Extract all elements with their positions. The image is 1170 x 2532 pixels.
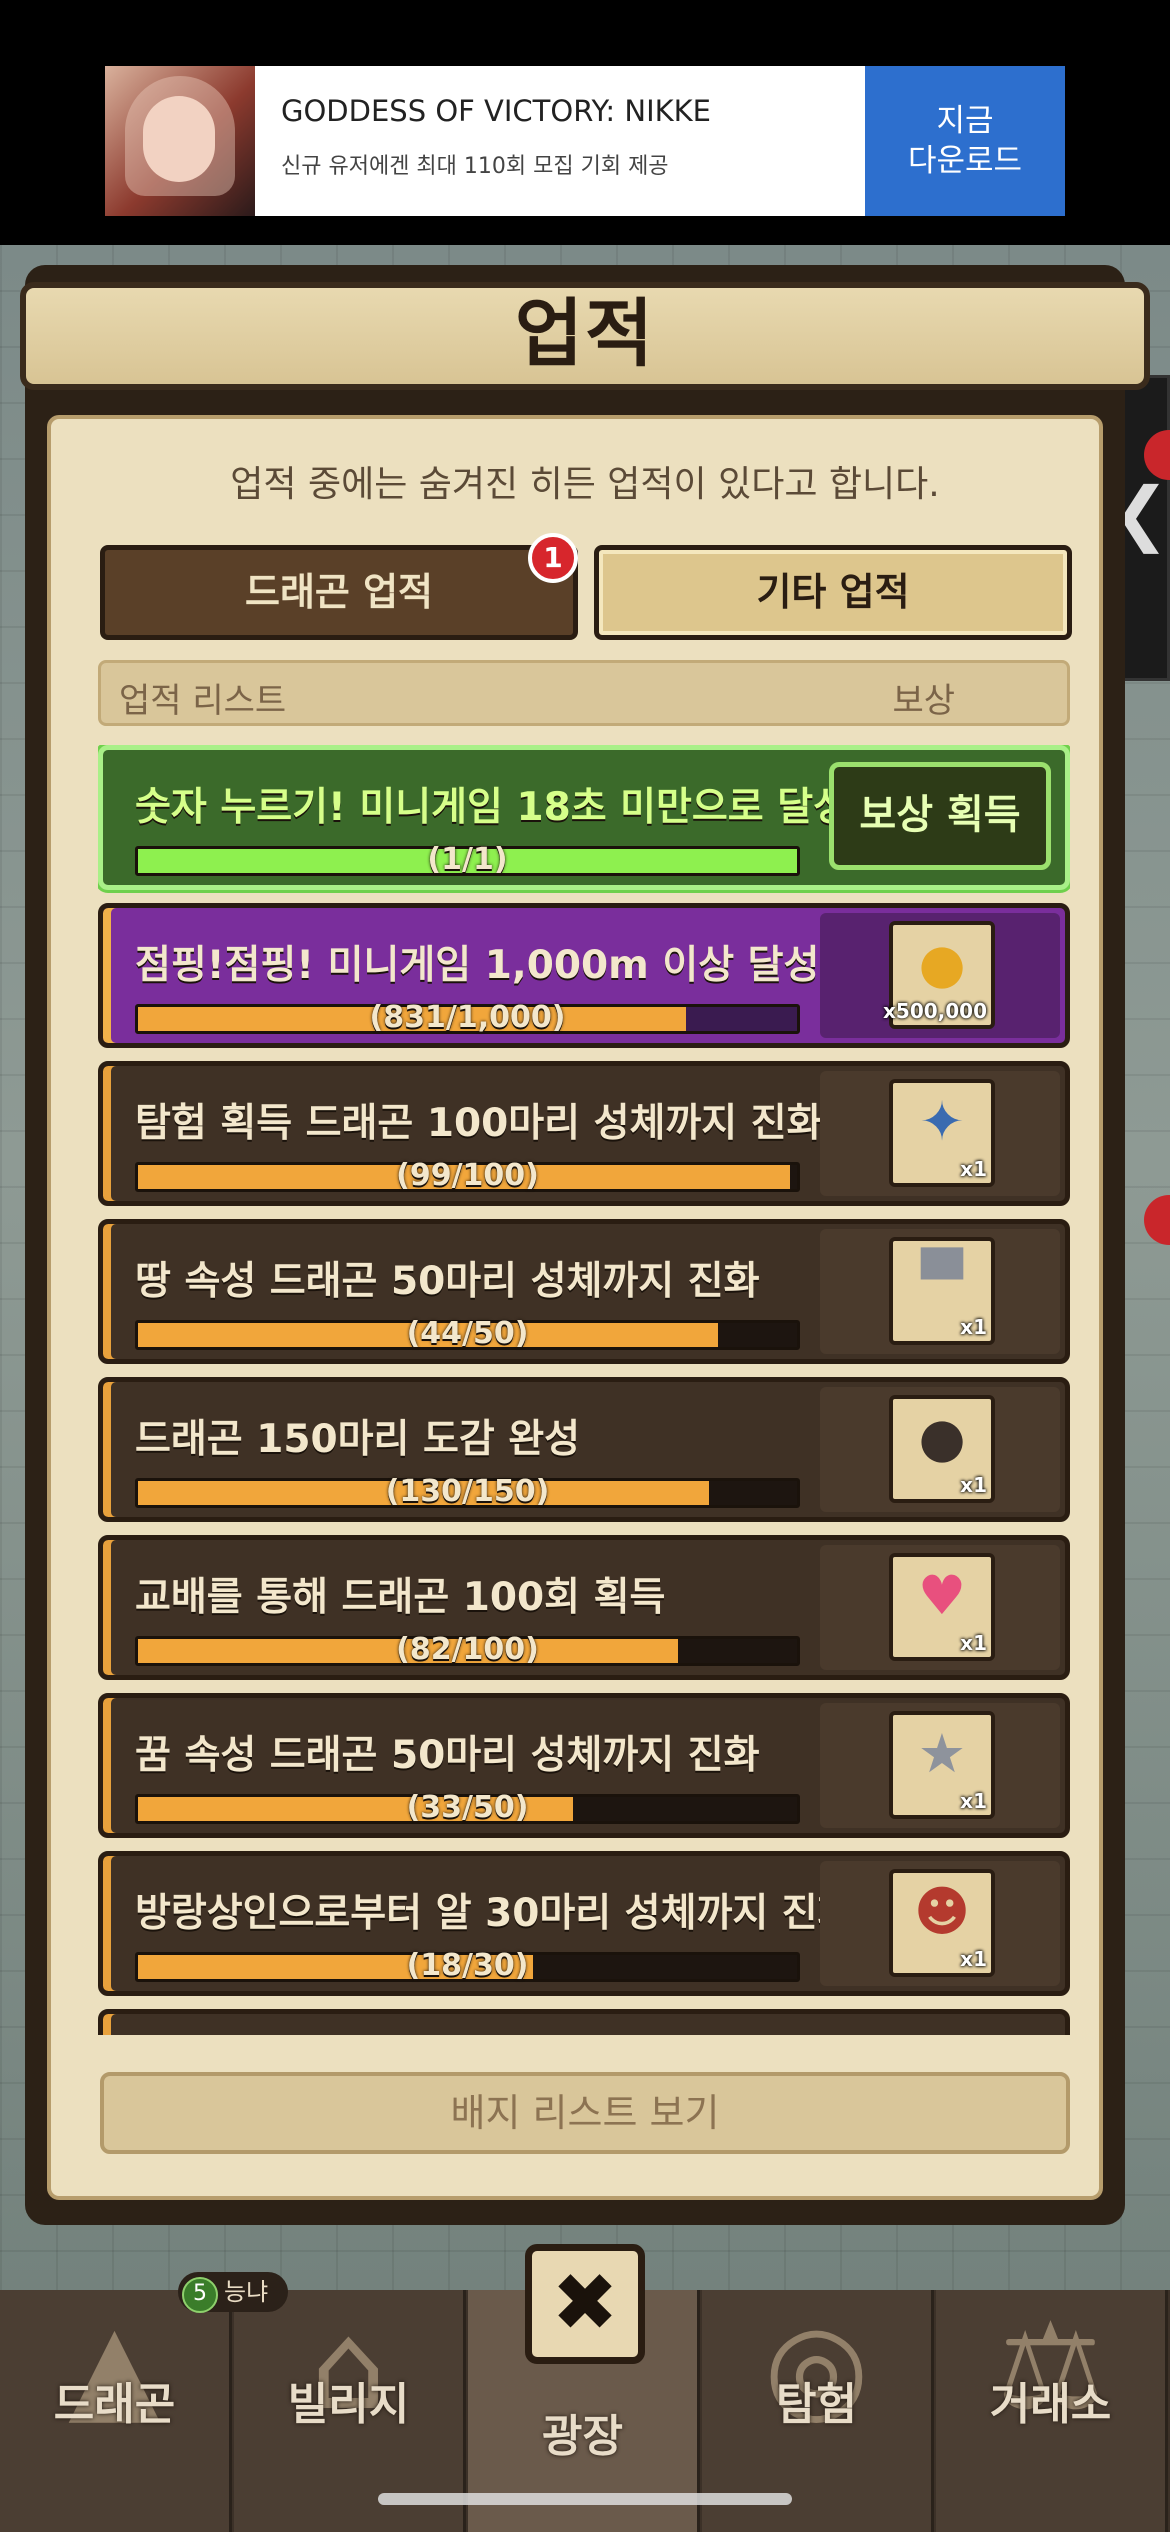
reward-item[interactable]: ● x1 xyxy=(889,1395,995,1503)
progress-text: (82/100) xyxy=(396,1632,539,1667)
achievement-row: 탐험 획득 드래곤 100마리 성체까지 진화 (99/100) ✦ x1 xyxy=(98,1061,1070,1206)
nav-label: 탐험 xyxy=(776,2379,857,2430)
reward-item[interactable]: ▀ x1 xyxy=(889,1237,995,1345)
achievement-name: 점핑!점핑! 미니게임 1,000m 이상 달성 xyxy=(135,943,820,988)
list-header-reward: 보상 xyxy=(892,681,955,721)
achievement-row: 땅 속성 드래곤 50마리 성체까지 진화 (44/50) ▀ x1 xyxy=(98,1219,1070,1364)
achievement-row: 드래곤 150마리 도감 완성 (130/150) ● x1 xyxy=(98,1377,1070,1522)
nav-label: 드래곤 xyxy=(53,2379,176,2430)
merchant-icon: ☻ xyxy=(913,1880,971,1943)
list-header: 업적 리스트 보상 xyxy=(98,660,1070,726)
achievement-row-partial xyxy=(98,2009,1070,2035)
progress-text: (1/1) xyxy=(427,842,508,877)
level-label: 능냐 xyxy=(224,2278,269,2306)
reward-item[interactable]: ✦ x1 xyxy=(889,1079,995,1187)
reward-quantity: x1 xyxy=(960,1315,987,1339)
progress-text: (831/1,000) xyxy=(369,1000,566,1035)
claim-reward-button[interactable]: 보상 획득 xyxy=(829,762,1051,870)
reward-item[interactable]: ● x500,000 xyxy=(883,921,995,1029)
progress-text: (99/100) xyxy=(396,1158,539,1193)
achievement-name: 방랑상인으로부터 알 30마리 성체까지 진화 xyxy=(135,1891,854,1936)
ad-download-button[interactable]: 지금 다운로드 xyxy=(865,66,1065,216)
tab-other-achievements[interactable]: 기타 업적 xyxy=(594,545,1072,640)
level-chip: 5 능냐 xyxy=(178,2272,289,2313)
ad-title: GODDESS OF VICTORY: NIKKE xyxy=(281,94,711,128)
reward-item[interactable]: ★ x1 xyxy=(889,1711,995,1819)
ad-thumbnail xyxy=(105,66,255,216)
close-button[interactable]: ✖ xyxy=(525,2244,645,2364)
reward-item[interactable]: ♥ x1 xyxy=(889,1553,995,1661)
nav-label: 빌리지 xyxy=(287,2379,410,2430)
ad-download-label: 지금 다운로드 xyxy=(907,102,1023,179)
gold-coin-icon: ● xyxy=(918,932,966,995)
tab-dragon-achievements[interactable]: 드래곤 업적 xyxy=(100,545,578,640)
panel-title-bar: 업적 xyxy=(20,282,1150,390)
reward-quantity: x1 xyxy=(960,1473,987,1497)
progress-text: (18/30) xyxy=(406,1948,529,1983)
home-indicator[interactable] xyxy=(378,2493,792,2505)
achievement-row: 숫자 누르기! 미니게임 18초 미만으로 달성 (1/1) 보상 획득 xyxy=(98,745,1070,890)
achievement-name: 숫자 누르기! 미니게임 18초 미만으로 달성 xyxy=(135,785,850,830)
achievement-name: 땅 속성 드래곤 50마리 성체까지 진화 xyxy=(135,1259,760,1304)
reward-quantity: x1 xyxy=(960,1631,987,1655)
achievement-name: 교배를 통해 드래곤 100회 획득 xyxy=(135,1575,666,1620)
nav-item-dragon[interactable]: ▲ 드래곤 xyxy=(0,2290,232,2532)
heart-icon: ♥ xyxy=(917,1564,967,1627)
close-icon: ✖ xyxy=(551,2256,619,2349)
achievement-row: 방랑상인으로부터 알 30마리 성체까지 진화 (18/30) ☻ x1 xyxy=(98,1851,1070,1996)
notification-badge: 1 xyxy=(528,533,578,583)
reward-quantity: x500,000 xyxy=(883,999,987,1023)
hint-text: 업적 중에는 숨겨진 히든 업적이 있다고 합니다. xyxy=(230,464,940,505)
compass-icon: ✦ xyxy=(919,1090,965,1153)
pot-icon: ● xyxy=(918,1406,966,1469)
achievement-name: 꿈 속성 드래곤 50마리 성체까지 진화 xyxy=(135,1733,760,1778)
tab-label: 기타 업적 xyxy=(756,570,910,614)
reward-item[interactable]: ☻ x1 xyxy=(889,1869,995,1977)
notification-marker xyxy=(1144,1195,1170,1245)
achievement-row: 꿈 속성 드래곤 50마리 성체까지 진화 (33/50) ★ x1 xyxy=(98,1693,1070,1838)
star-cloud-icon: ★ xyxy=(917,1722,967,1785)
nav-label: 거래소 xyxy=(989,2379,1112,2430)
level-number: 5 xyxy=(182,2277,218,2313)
badge-list-button[interactable]: 배지 리스트 보기 xyxy=(100,2072,1070,2154)
ad-banner[interactable]: GODDESS OF VICTORY: NIKKE 신규 유저에겐 최대 110… xyxy=(105,66,1065,216)
achievement-row: 점핑!점핑! 미니게임 1,000m 이상 달성 (831/1,000) ● x… xyxy=(98,903,1070,1048)
tab-label: 드래곤 업적 xyxy=(244,570,434,614)
armor-icon: ▀ xyxy=(921,1248,963,1311)
nav-label: 광장 xyxy=(542,2411,623,2462)
progress-text: (130/150) xyxy=(385,1474,550,1509)
achievement-row: 교배를 통해 드래곤 100회 획득 (82/100) ♥ x1 xyxy=(98,1535,1070,1680)
ad-subtitle: 신규 유저에겐 최대 110회 모집 기회 제공 xyxy=(281,154,669,179)
achievement-list[interactable]: 숫자 누르기! 미니게임 18초 미만으로 달성 (1/1) 보상 획득 점핑!… xyxy=(98,745,1070,2035)
page-title: 업적 xyxy=(514,291,656,377)
achievement-name: 드래곤 150마리 도감 완성 xyxy=(135,1417,581,1462)
reward-quantity: x1 xyxy=(960,1789,987,1813)
list-header-title: 업적 리스트 xyxy=(119,681,287,721)
achievement-name: 탐험 획득 드래곤 100마리 성체까지 진화 xyxy=(135,1101,823,1146)
progress-text: (33/50) xyxy=(406,1790,529,1825)
reward-quantity: x1 xyxy=(960,1157,987,1181)
reward-quantity: x1 xyxy=(960,1947,987,1971)
nav-item-exchange[interactable]: ⚖ 거래소 xyxy=(936,2290,1168,2532)
progress-text: (44/50) xyxy=(406,1316,529,1351)
